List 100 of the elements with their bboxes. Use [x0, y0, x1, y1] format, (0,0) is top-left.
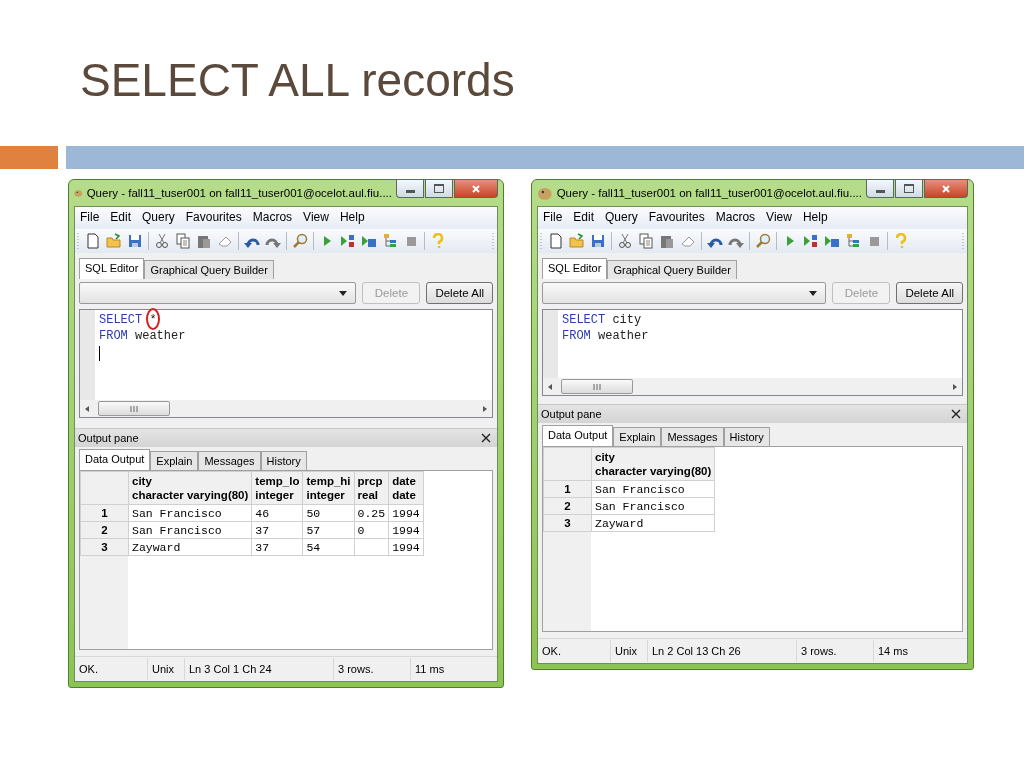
paste-icon[interactable]	[196, 233, 212, 249]
sql-line: SELECT city	[562, 312, 643, 328]
menu-item[interactable]: View	[303, 210, 329, 226]
window-title: Query - fall11_tuser001 on fall11_tuser001@ocelot.aul.fiu....	[556, 187, 862, 199]
minimize-button[interactable]	[866, 180, 894, 198]
column-header[interactable]: city character varying(80)	[128, 471, 252, 505]
sql-line: FROM weather	[99, 328, 187, 344]
output-tab[interactable]: Data Output	[79, 449, 151, 470]
output-tab[interactable]: History	[260, 451, 307, 470]
folder-icon[interactable]	[106, 233, 122, 249]
menu-item[interactable]: Macros	[252, 210, 293, 226]
scissors-icon[interactable]	[617, 233, 633, 249]
scroll-left-icon[interactable]	[84, 405, 90, 412]
maximize-button[interactable]	[425, 180, 453, 198]
column-header[interactable]: date date	[388, 471, 424, 505]
save-icon[interactable]	[127, 233, 143, 249]
copy-icon[interactable]	[175, 233, 191, 249]
column-header[interactable]: temp_lo integer	[251, 471, 303, 505]
column-header[interactable]: temp_hi integer	[302, 471, 355, 505]
menu-item[interactable]: File	[543, 210, 563, 226]
editor-tab[interactable]: SQL Editor	[542, 258, 608, 279]
folder-icon[interactable]	[569, 233, 585, 249]
menu-item[interactable]: Help	[339, 210, 365, 226]
close-icon[interactable]	[951, 409, 961, 419]
new-document-icon[interactable]	[85, 233, 101, 249]
scissors-icon[interactable]	[154, 233, 170, 249]
delete-button[interactable]: Delete All	[426, 282, 493, 304]
query-history-dropdown[interactable]	[542, 282, 827, 304]
sql-editor[interactable]: SELECT * FROM weather	[79, 309, 493, 418]
output-tab[interactable]: Data Output	[542, 425, 614, 446]
menu-item[interactable]: Help	[802, 210, 828, 226]
query-history-dropdown[interactable]	[79, 282, 357, 304]
editor-tab[interactable]: Graphical Query Builder	[144, 260, 274, 279]
status-text: Ln 3 Col 1 Ch 24	[185, 658, 334, 680]
toolbar-grip[interactable]	[77, 232, 80, 250]
play-save-icon[interactable]	[824, 233, 840, 249]
scrollbar-thumb[interactable]	[98, 401, 170, 416]
menu-item[interactable]: Query	[605, 210, 638, 226]
output-tab[interactable]: Messages	[198, 451, 261, 470]
close-button[interactable]	[454, 180, 498, 198]
explain-icon[interactable]	[803, 233, 819, 249]
x-icon	[941, 183, 951, 194]
minimize-button[interactable]	[396, 180, 424, 198]
menu-item[interactable]: Edit	[573, 210, 595, 226]
close-icon[interactable]	[481, 433, 491, 443]
scrollbar-thumb[interactable]	[561, 379, 633, 394]
sql-line: FROM weather	[562, 328, 650, 344]
app-icon	[537, 185, 553, 201]
maximize-button[interactable]	[895, 180, 923, 198]
status-text: 3 rows.	[797, 640, 874, 662]
menu-item[interactable]: Favourites	[648, 210, 705, 226]
output-tab[interactable]: History	[723, 427, 770, 446]
status-text: Ln 2 Col 13 Ch 26	[648, 640, 797, 662]
menu-item[interactable]: Query	[142, 210, 175, 226]
menu-item[interactable]: File	[80, 210, 100, 226]
copy-icon[interactable]	[638, 233, 654, 249]
editor-tab[interactable]: Graphical Query Builder	[607, 260, 737, 279]
toolbar-grip[interactable]	[962, 232, 965, 250]
corner-cell	[543, 447, 592, 481]
paste-icon[interactable]	[659, 233, 675, 249]
sql-editor[interactable]: SELECT city FROM weather	[542, 309, 963, 396]
status-text: 11 ms	[414, 662, 446, 677]
menu-item[interactable]: Macros	[715, 210, 756, 226]
caret-icon	[339, 290, 348, 296]
toolbar-grip[interactable]	[540, 232, 543, 250]
menu-item[interactable]: View	[766, 210, 792, 226]
window-title: Query - fall11_tuser001 on fall11_tuser001@ocelot.aul.fiu....	[86, 187, 392, 199]
status-text: OK.	[75, 658, 148, 680]
editor-tab[interactable]: SQL Editor	[79, 258, 145, 279]
scroll-left-icon[interactable]	[547, 383, 553, 390]
slide-title: SELECT ALL records	[79, 53, 516, 108]
accent-bar	[0, 146, 58, 169]
caret-icon	[809, 290, 818, 296]
output-tab[interactable]: Explain	[613, 427, 662, 446]
pane-title: Output pane	[78, 432, 139, 444]
scroll-right-icon[interactable]	[482, 405, 488, 412]
toolbar-grip[interactable]	[492, 232, 495, 250]
delete-button[interactable]: Delete All	[896, 282, 963, 304]
save-icon[interactable]	[590, 233, 606, 249]
corner-cell	[80, 471, 129, 505]
tree-icon[interactable]	[845, 233, 861, 249]
menu-item[interactable]: Favourites	[185, 210, 242, 226]
output-tab[interactable]: Explain	[150, 451, 199, 470]
scroll-right-icon[interactable]	[952, 383, 958, 390]
tree-icon[interactable]	[382, 233, 398, 249]
menu-item[interactable]: Edit	[110, 210, 132, 226]
search-icon[interactable]	[755, 233, 771, 249]
close-button[interactable]	[924, 180, 968, 198]
play-save-icon[interactable]	[361, 233, 377, 249]
column-header[interactable]: city character varying(80)	[591, 447, 715, 481]
search-icon[interactable]	[292, 233, 308, 249]
output-tab[interactable]: Messages	[661, 427, 724, 446]
column-header[interactable]: prcp real	[354, 471, 389, 505]
pane-title: Output pane	[541, 408, 602, 420]
status-text: OK.	[538, 640, 611, 662]
status-text: Unix	[611, 640, 648, 662]
explain-icon[interactable]	[340, 233, 356, 249]
new-document-icon[interactable]	[548, 233, 564, 249]
sql-line: SELECT *	[99, 312, 492, 328]
status-text: 14 ms	[877, 644, 909, 659]
